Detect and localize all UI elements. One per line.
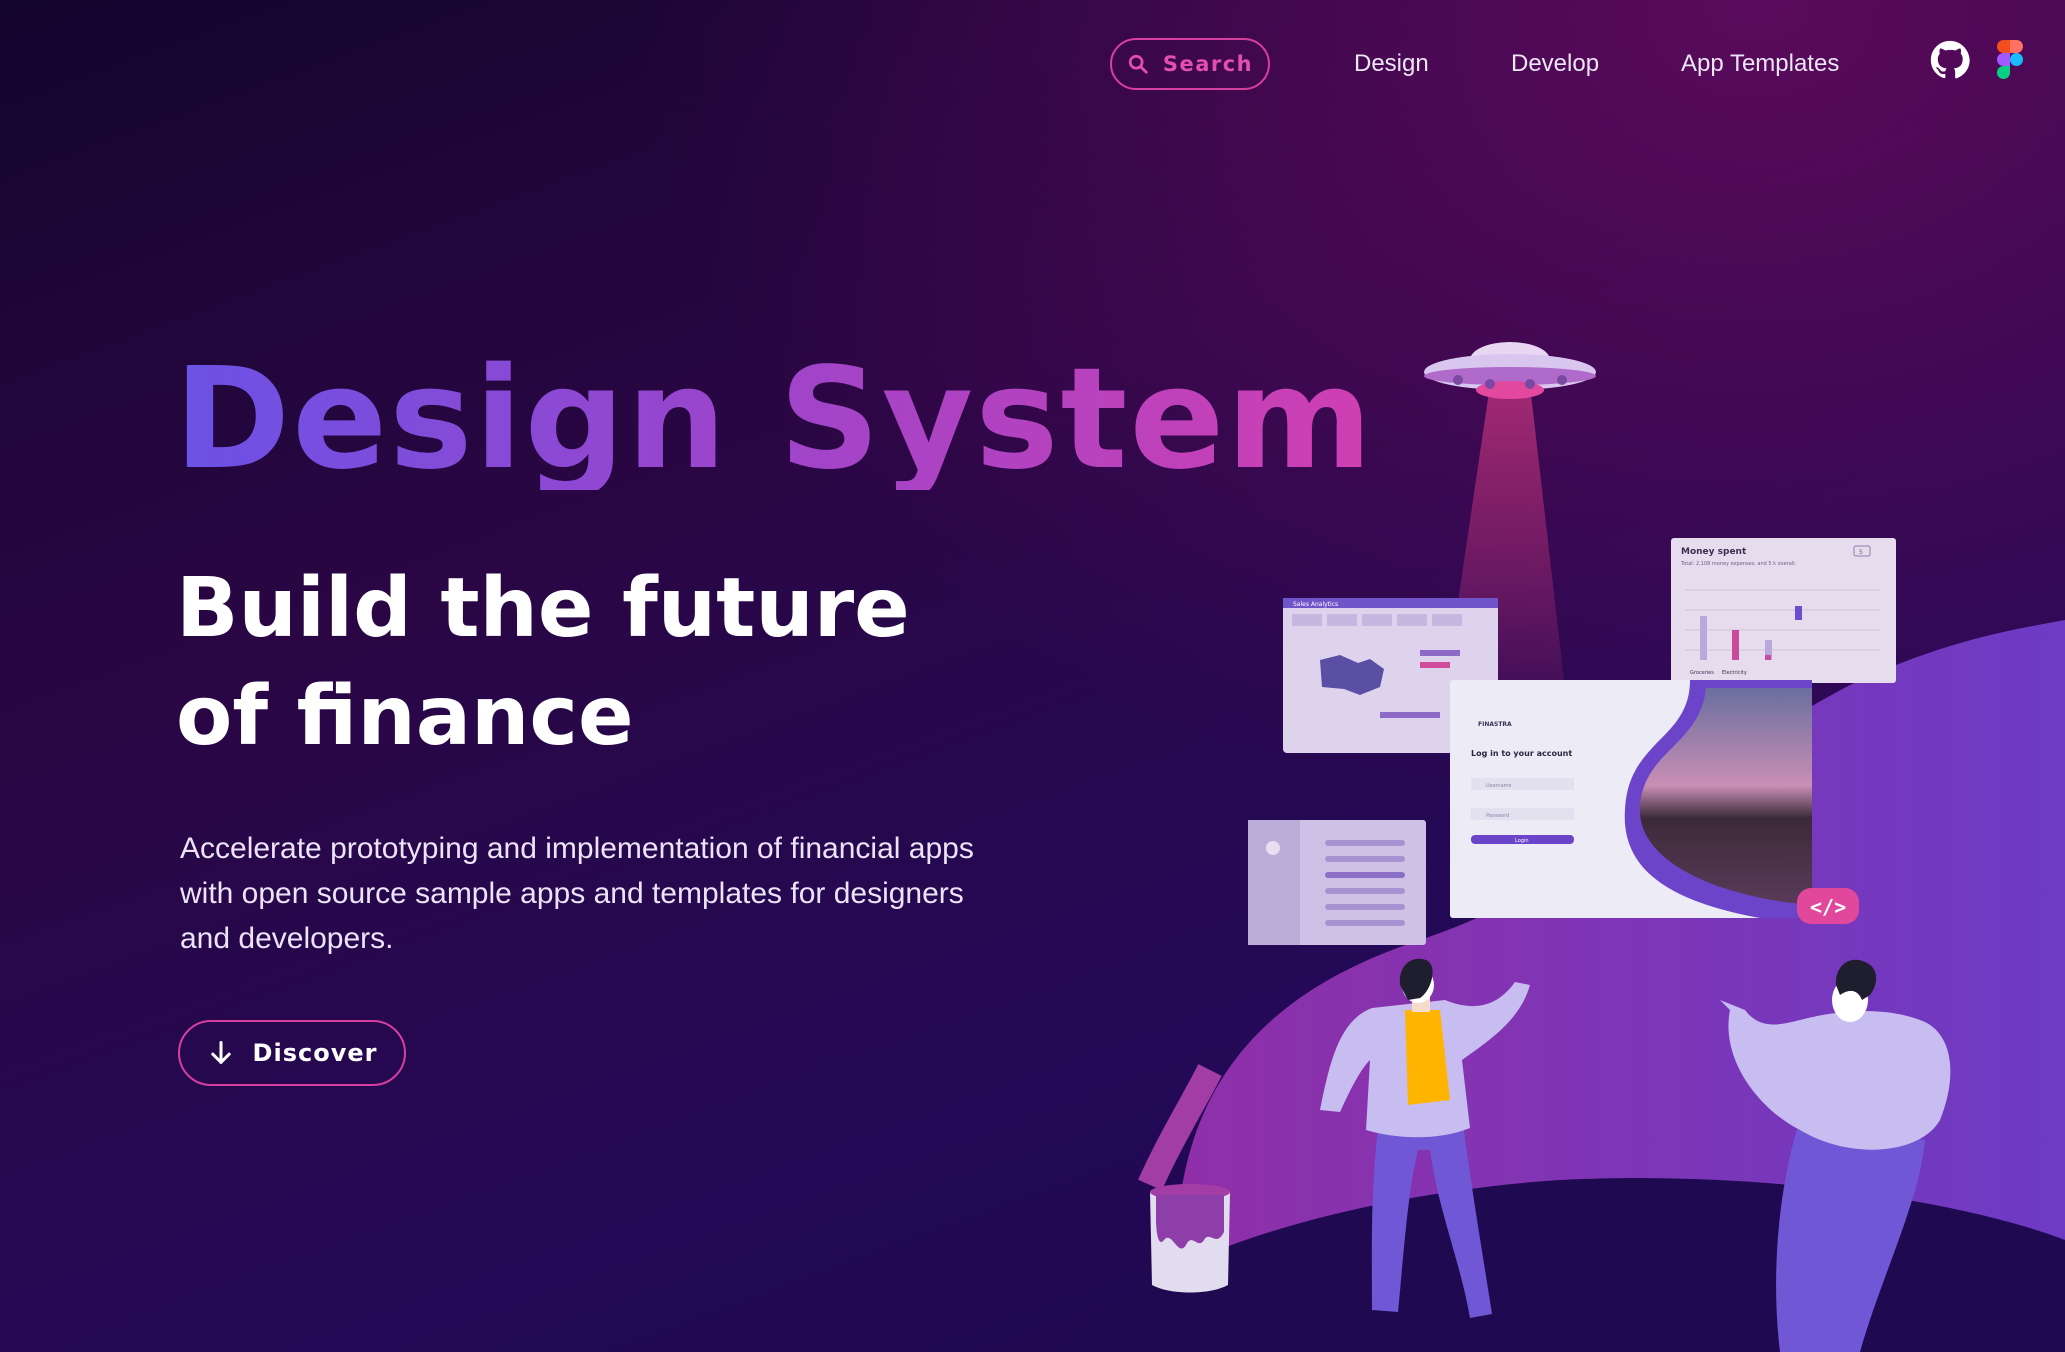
login-heading: Log in to your account: [1471, 749, 1572, 758]
login-brand: FINASTRA: [1478, 721, 1512, 728]
money-card-x-label-1: Groceries: [1690, 670, 1714, 676]
money-card-badge: 5: [1859, 549, 1863, 556]
list-card: [1248, 820, 1426, 945]
money-spent-card: Money spent Total: 2,108 money expenses,…: [1671, 538, 1896, 683]
login-username: Username: [1486, 783, 1512, 789]
code-badge-text: </>: [1810, 895, 1846, 919]
money-card-x-label-2: Electricity: [1722, 670, 1747, 676]
ufo: [1424, 342, 1596, 399]
hero-illustration: Sales Analytics Money spent Total: 2,108…: [1060, 342, 2065, 1352]
login-card: FINASTRA Log in to your account Username…: [1450, 680, 1812, 918]
analytics-card-title: Sales Analytics: [1293, 601, 1338, 608]
money-card-subtitle: Total: 2,108 money expenses, and 5 k ove…: [1680, 561, 1797, 567]
code-badge: </>: [1797, 888, 1859, 924]
money-card-title: Money spent: [1681, 547, 1747, 557]
login-password: Password: [1486, 813, 1509, 819]
login-button: Login: [1515, 838, 1529, 844]
